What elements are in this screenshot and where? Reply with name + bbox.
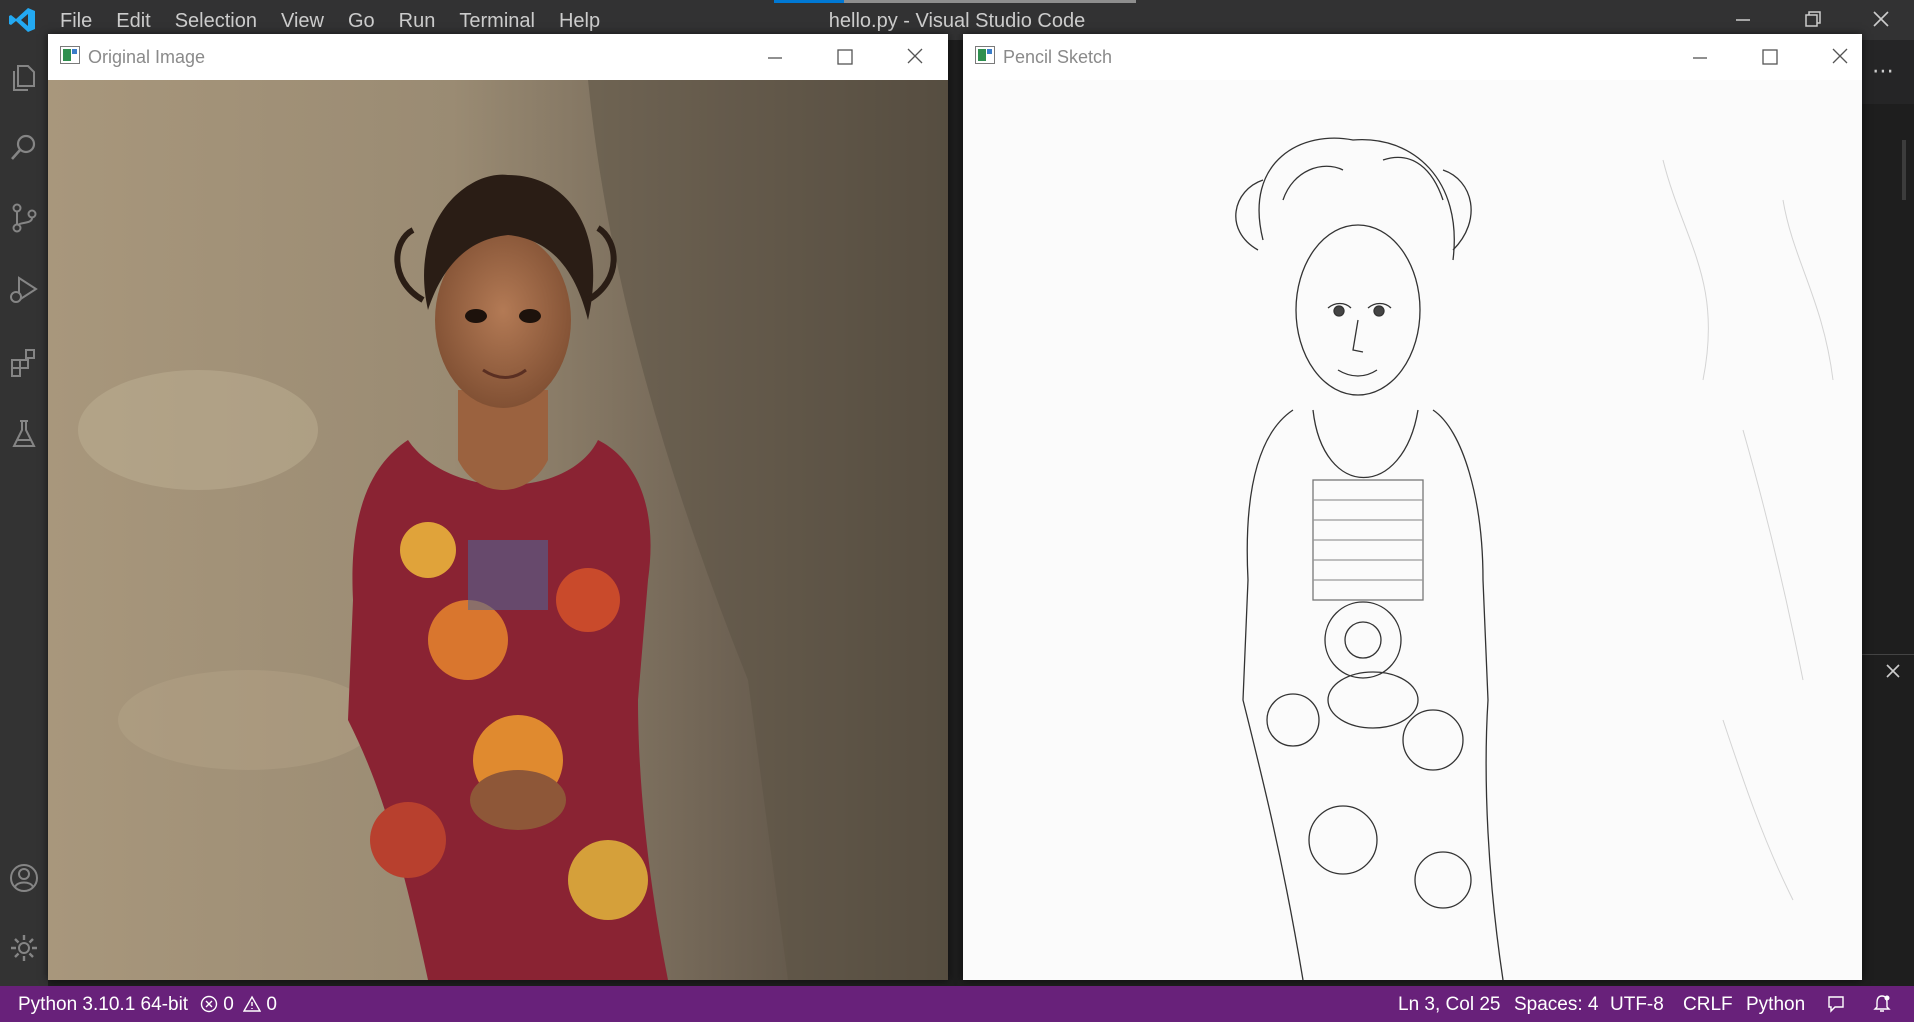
pencil-sketch-image	[963, 80, 1862, 980]
maximize-icon[interactable]	[830, 44, 860, 70]
extensions-icon[interactable]	[8, 346, 40, 378]
window-app-icon	[60, 46, 80, 64]
window-app-icon	[975, 46, 995, 64]
scrollbar[interactable]	[1902, 140, 1906, 200]
close-icon[interactable]	[1866, 8, 1896, 36]
close-panel-icon[interactable]	[1884, 662, 1902, 685]
window-titlebar[interactable]: Original Image	[48, 34, 948, 80]
more-actions-icon[interactable]: ⋯	[1872, 58, 1894, 84]
python-interpreter[interactable]: Python 3.10.1 64-bit	[18, 994, 188, 1016]
error-count: 0	[223, 994, 234, 1015]
window-title: Original Image	[88, 47, 206, 67]
warning-icon	[242, 995, 262, 1012]
run-debug-icon[interactable]	[8, 274, 40, 306]
original-image-window[interactable]: Original Image	[48, 34, 948, 980]
account-icon[interactable]	[8, 862, 40, 894]
original-image	[48, 80, 948, 980]
maximize-icon[interactable]	[1755, 44, 1785, 70]
notifications-bell-icon[interactable]	[1872, 994, 1892, 1020]
pencil-sketch-window[interactable]: Pencil Sketch	[963, 34, 1862, 980]
testing-icon[interactable]	[8, 418, 40, 450]
restore-icon[interactable]	[1798, 8, 1828, 36]
line-ending[interactable]: CRLF	[1683, 994, 1733, 1016]
panel-divider	[1862, 654, 1914, 655]
close-icon[interactable]	[900, 44, 930, 70]
manage-gear-icon[interactable]	[8, 932, 40, 964]
minimize-icon[interactable]	[1728, 8, 1758, 36]
cursor-position[interactable]: Ln 3, Col 25	[1398, 994, 1500, 1016]
error-icon	[200, 995, 218, 1013]
minimize-icon[interactable]	[1685, 44, 1715, 70]
encoding[interactable]: UTF-8	[1610, 994, 1664, 1016]
status-bar: Python 3.10.1 64-bit 0 0 Ln 3, Col 25 Sp…	[0, 986, 1914, 1022]
progress-indicator	[774, 0, 844, 3]
editor-area: ⋯	[1862, 40, 1914, 986]
warning-count: 0	[266, 994, 277, 1015]
progress-track	[844, 0, 1136, 3]
minimize-icon[interactable]	[760, 44, 790, 70]
window-titlebar[interactable]: Pencil Sketch	[963, 34, 1862, 80]
language-mode[interactable]: Python	[1746, 994, 1805, 1016]
window-title: hello.py - Visual Studio Code	[828, 10, 1086, 32]
problems-indicator[interactable]: 0 0	[200, 994, 277, 1016]
activity-bar	[0, 40, 48, 986]
close-icon[interactable]	[1825, 44, 1855, 70]
window-title: Pencil Sketch	[1003, 47, 1113, 67]
explorer-icon[interactable]	[8, 62, 40, 94]
source-control-icon[interactable]	[8, 202, 40, 234]
feedback-icon[interactable]	[1826, 994, 1846, 1020]
indentation[interactable]: Spaces: 4	[1514, 994, 1599, 1016]
search-icon[interactable]	[8, 132, 40, 164]
